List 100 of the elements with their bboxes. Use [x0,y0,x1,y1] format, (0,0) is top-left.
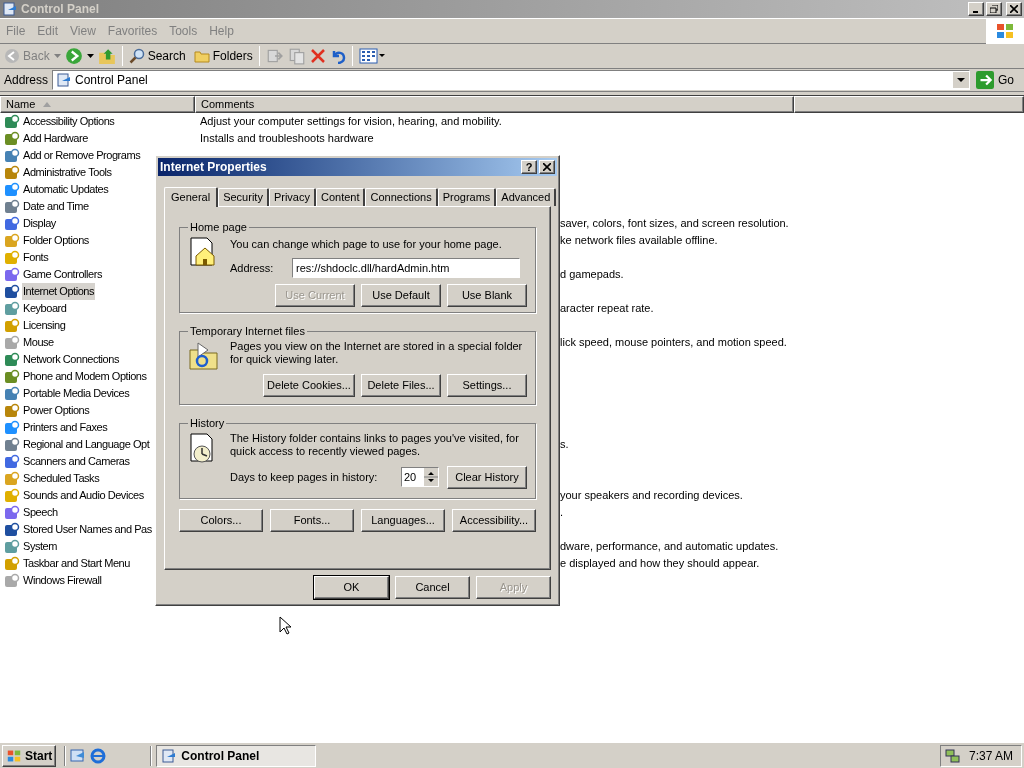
dialog-title: Internet Properties [160,159,267,176]
list-item[interactable]: Administrative Tools [22,164,113,181]
list-item[interactable]: Windows Firewall [22,572,103,589]
list-item[interactable]: Taskbar and Start Menu [22,555,131,572]
list-item[interactable]: Scanners and Cameras [22,453,131,470]
spin-arrows-icon[interactable] [424,468,438,486]
list-item[interactable]: System [22,538,58,555]
window-title: Control Panel [21,1,99,18]
column-header[interactable]: Name [0,96,195,113]
close-button[interactable] [1006,2,1022,16]
list-item[interactable]: Add Hardware [22,130,89,147]
spin-box[interactable]: 20 [401,467,439,487]
tab[interactable]: Connections [365,188,438,206]
list-item[interactable]: Power Options [22,402,91,419]
description-text: You can change which page to use for your home page. [230,236,503,252]
table-cell: saver, colors, font sizes, and screen resolution. [560,217,789,230]
tile-icon [4,266,20,283]
list-item[interactable]: Add or Remove Programs [22,147,142,164]
go-button[interactable]: Go [974,71,1020,89]
tile-icon [4,419,20,436]
table-cell: e displayed and how they should appear. [560,557,760,570]
tile-icon [4,300,20,317]
column-header[interactable]: Comments [195,96,794,113]
tab[interactable]: Programs [437,188,497,206]
list-item[interactable]: Printers and Faxes [22,419,109,436]
tile-icon [4,215,20,232]
pointer-icon [279,616,291,635]
list-item[interactable]: Stored User Names and Pas [22,521,153,538]
tile-icon [4,130,20,147]
accessibility-button[interactable]: Accessibility... [452,509,536,532]
folders-button[interactable]: Folders [193,47,253,65]
action-button[interactable]: Use Default [361,284,441,307]
restore-button[interactable] [986,2,1002,16]
search-icon [128,48,145,64]
tile-icon [4,164,20,181]
tile-icon [4,402,20,419]
list-item[interactable]: Date and Time [22,198,90,215]
address-field[interactable]: Control Panel [52,70,970,90]
list-item[interactable]: Portable Media Devices [22,385,131,402]
list-item[interactable]: Sounds and Audio Devices [22,487,145,504]
table-cell: your speakers and recording devices. [560,489,743,502]
tile-icon [4,198,20,215]
views-icon[interactable] [358,48,385,64]
delete-icon[interactable] [309,48,326,64]
list-item[interactable]: Phone and Modem Options [22,368,148,385]
clock: 7:37 AM [969,747,1014,765]
table-cell: Installs and troubleshoots hardware [200,132,374,145]
input-field[interactable]: res://shdoclc.dll/hardAdmin.htm [292,258,520,278]
tab[interactable]: Security [218,188,269,206]
task-button[interactable]: Control Panel [156,744,317,767]
list-item[interactable]: Regional and Language Opt [22,436,151,453]
table-cell: ke network files available offline. [560,234,718,247]
tile-icon [4,249,20,266]
action-button[interactable]: Delete Cookies... [263,373,355,397]
tile-icon [4,385,20,402]
list-item[interactable]: Speech [22,504,59,521]
list-item[interactable]: Licensing [22,317,67,334]
dropdown-arrow-icon[interactable] [86,54,94,58]
browser-icon[interactable] [90,747,107,764]
colors-button[interactable]: Colors... [179,509,263,532]
tile-icon [4,147,20,164]
action-button[interactable]: Use Blank [447,284,527,307]
close-icon [1010,5,1018,13]
list-item[interactable]: Folder Options [22,232,90,249]
tab[interactable]: Privacy [268,188,316,206]
table-cell: s. [560,438,569,451]
list-item[interactable]: Scheduled Tasks [22,470,101,487]
search-button[interactable]: Search [128,47,186,65]
field-label: Days to keep pages in history: [230,469,379,485]
list-item[interactable]: Keyboard [22,300,68,317]
dialog-button[interactable]: Cancel [395,576,470,599]
list-item[interactable]: Mouse [22,334,55,351]
minimize-button[interactable] [968,2,984,16]
close-icon [543,163,551,171]
list-item[interactable]: Internet Options [22,283,96,300]
start-button[interactable]: Start [2,744,57,767]
help-button[interactable]: ? [521,160,537,174]
tab[interactable]: General [164,187,219,207]
close-button[interactable] [539,160,555,174]
action-button[interactable]: Delete Files... [361,373,441,397]
action-button[interactable]: Settings... [447,373,527,397]
flag-icon [995,22,1015,40]
folder-icon [188,339,220,372]
network-icon[interactable] [945,747,961,764]
group-label: Temporary Internet files [189,324,306,339]
languages-button[interactable]: Languages... [361,509,445,532]
list-item[interactable]: Automatic Updates [22,181,110,198]
list-item[interactable]: Display [22,215,57,232]
list-item[interactable]: Fonts [22,249,50,266]
folder-icon [193,48,210,64]
desktop-icon[interactable] [70,747,87,764]
dialog-button[interactable]: OK [314,576,389,599]
list-item[interactable]: Network Connections [22,351,120,368]
tab[interactable]: Content [315,188,366,206]
tab[interactable]: Advanced [496,188,557,206]
list-item[interactable]: Accessibility Options [22,113,116,130]
list-item[interactable]: Game Controllers [22,266,103,283]
fonts-button[interactable]: Fonts... [270,509,354,532]
tile-icon [4,113,20,130]
clear-history-button[interactable]: Clear History [447,465,527,489]
